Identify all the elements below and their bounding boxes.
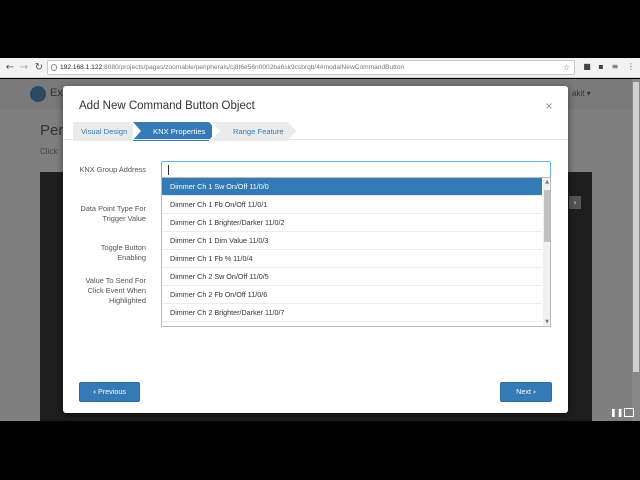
group-address-input[interactable] [161,161,551,178]
data-point-type-label: Data Point Type For Trigger Value [80,204,146,223]
group-address-dropdown: Dimmer Ch 1 Sw On/Off 11/0/0 Dimmer Ch 1… [161,177,551,327]
fullscreen-icon[interactable] [624,408,634,417]
chevron-right-icon[interactable]: › [569,196,581,209]
chevron-right-icon: › [532,388,536,396]
dropdown-scrollbar[interactable]: ▲ ▼ [543,178,550,326]
reload-icon[interactable]: ↻ [33,61,45,74]
app-logo [30,86,46,102]
browser-menu-icon[interactable]: ⋮ [626,62,636,72]
browser-toolbar: ← → ↻ 192.168.1.122:8080/projects/pages/… [0,58,640,78]
toggle-enabling-label: Toggle Button Enabling [100,243,146,262]
step-notch [212,122,220,140]
previous-button-label: Previous [97,387,126,396]
user-menu[interactable]: akit ▾ [572,89,591,98]
page-title: Per [40,122,64,139]
bookmark-star-icon[interactable]: ☆ [563,61,570,74]
print-icon[interactable]: ▪ [596,62,606,72]
modal-divider [63,139,568,140]
text-caret [168,165,169,175]
dropdown-option[interactable]: Dimmer Ch 1 Brighter/Darker 11/0/2 [162,214,542,232]
next-button-label: Next [516,387,531,396]
dropdown-option[interactable]: Dimmer Ch 1 Fb On/Off 11/0/1 [162,196,542,214]
step-notch [133,122,141,140]
extension-icon[interactable]: ■ [582,62,592,72]
click-value-label: Value To Send For Click Event When Highl… [85,276,146,305]
pause-icon[interactable]: ❚❚ [610,408,623,417]
scroll-down-icon[interactable]: ▼ [543,318,550,326]
step-arrow [288,122,296,140]
dropdown-option[interactable]: Dimmer Ch 1 Dim Value 11/0/3 [162,232,542,250]
address-bar[interactable]: 192.168.1.122:8080/projects/pages/zoomab… [47,60,575,75]
page-subtitle: Click [40,147,58,156]
url-path: :8080/projects/pages/zoomable/peripheral… [102,64,405,71]
forward-arrow-icon[interactable]: → [18,61,30,74]
scroll-up-icon[interactable]: ▲ [543,178,550,186]
dropdown-option[interactable]: Dimmer Ch 2 Fb On/Off 11/0/6 [162,286,542,304]
dropdown-option[interactable]: Dimmer Ch 2 Brighter/Darker 11/0/7 [162,304,542,322]
dropdown-option-partial[interactable] [162,322,542,326]
chevron-left-icon: ‹ [93,388,96,396]
modal-title: Add New Command Button Object [79,100,255,112]
dropdown-option[interactable]: Dimmer Ch 2 Sw On/Off 11/0/5 [162,268,542,286]
app-name: Ex [50,87,63,99]
group-address-label: KNX Group Address [79,165,146,174]
page-scrollbar-thumb[interactable] [633,82,639,372]
page-info-icon[interactable] [51,64,57,71]
next-button[interactable]: Next › [500,382,552,402]
new-command-button-modal: Add New Command Button Object × Visual D… [63,86,568,413]
dropdown-option[interactable]: Dimmer Ch 1 Fb % 11/0/4 [162,250,542,268]
dropdown-scrollbar-thumb[interactable] [544,190,550,242]
extension-icon[interactable]: ≡ [610,62,620,72]
close-icon[interactable]: × [543,99,555,113]
url-host: 192.168.1.122 [60,64,103,71]
dropdown-option[interactable]: Dimmer Ch 1 Sw On/Off 11/0/0 [162,178,542,196]
previous-button[interactable]: ‹ Previous [79,382,140,402]
screen: ← → ↻ 192.168.1.122:8080/projects/pages/… [0,0,640,480]
back-arrow-icon[interactable]: ← [4,61,16,74]
